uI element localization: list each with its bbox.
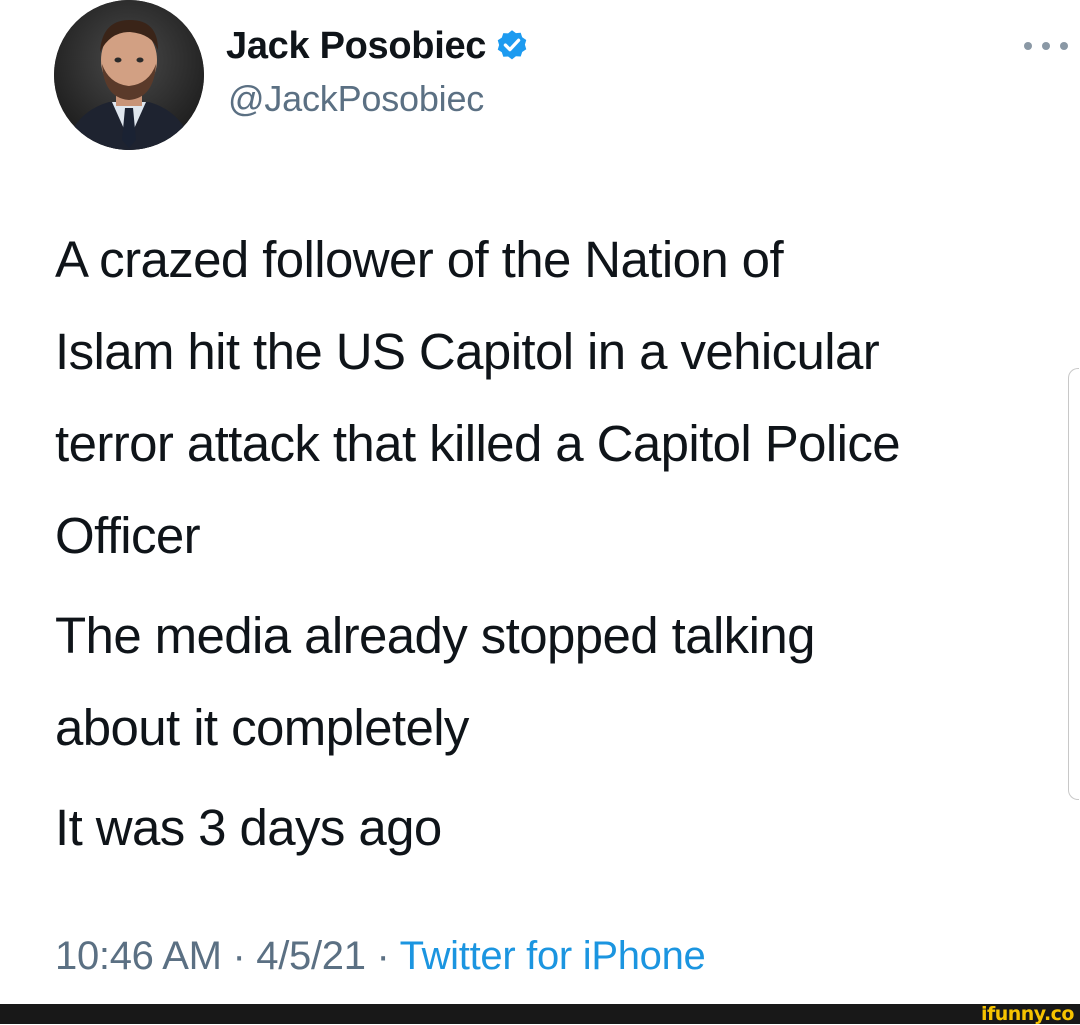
tweet-paragraph: It was 3 days ago — [55, 782, 1065, 874]
tweet-paragraph: A crazed follower of the Nation of Islam… — [55, 214, 1065, 582]
scrollbar[interactable] — [1068, 368, 1079, 800]
avatar[interactable] — [54, 0, 204, 150]
more-dot — [1060, 42, 1068, 50]
tweet-metadata: 10:46 AM · 4/5/21 · Twitter for iPhone — [55, 934, 706, 979]
watermark-bar: ifunny.co — [0, 1004, 1080, 1024]
tweet-date[interactable]: 4/5/21 — [256, 934, 366, 978]
tweet-line: The media already stopped talking — [55, 607, 815, 664]
tweet-line: Officer — [55, 507, 201, 564]
author-handle[interactable]: @JackPosobiec — [228, 78, 484, 120]
more-dot — [1024, 42, 1032, 50]
tweet-line: about it completely — [55, 699, 469, 756]
tweet-line: A crazed follower of the Nation of — [55, 231, 784, 288]
tweet-card: Jack Posobiec @JackPosobiec A crazed fol… — [0, 0, 1080, 1004]
meta-separator: · — [232, 934, 257, 978]
tweet-time[interactable]: 10:46 AM — [55, 934, 222, 978]
author-name-row[interactable]: Jack Posobiec — [226, 24, 530, 68]
avatar-image — [54, 0, 204, 150]
tweet-source-link[interactable]: Twitter for iPhone — [400, 934, 706, 978]
tweet-line: terror attack that killed a Capitol Poli… — [55, 415, 901, 472]
more-options-icon[interactable] — [1024, 36, 1068, 56]
more-dot — [1042, 42, 1050, 50]
tweet-line: It was 3 days ago — [55, 799, 442, 856]
verified-badge-icon — [497, 30, 527, 60]
tweet-text: A crazed follower of the Nation of Islam… — [55, 214, 1065, 876]
tweet-paragraph: The media already stopped talking about … — [55, 590, 1065, 774]
display-name[interactable]: Jack Posobiec — [226, 25, 486, 68]
watermark-logo: ifunny.co — [980, 1003, 1075, 1025]
tweet-line: Islam hit the US Capitol in a vehicular — [55, 323, 880, 380]
meta-separator: · — [376, 934, 400, 978]
